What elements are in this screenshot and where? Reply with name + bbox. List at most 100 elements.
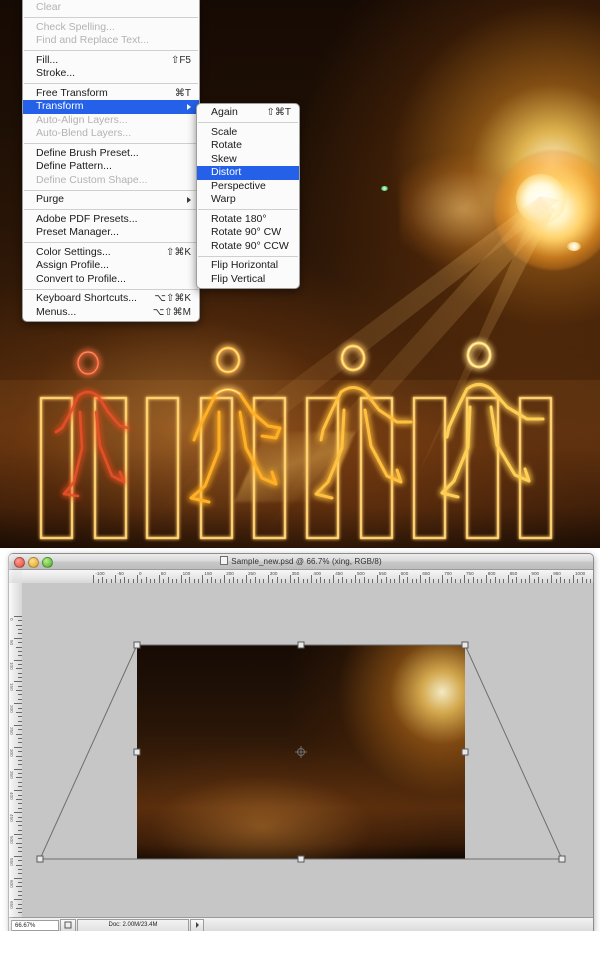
menu-item-label: Menus... — [36, 305, 77, 318]
edit-menu-item-define-pattern[interactable]: Define Pattern... — [23, 160, 199, 174]
transform-submenu-item-again[interactable]: Again ⇧⌘T — [197, 106, 299, 120]
ruler-major-tick — [14, 812, 22, 814]
ruler-label: 100 — [9, 661, 14, 670]
menu-item-label: Auto-Blend Layers... — [36, 127, 132, 139]
edit-menu-item-clear: Clear — [23, 1, 199, 15]
document-window-frame: Sample_new.psd @ 66.7% (xing, RGB/8) -10… — [8, 553, 594, 933]
ruler-major-tick — [14, 768, 22, 770]
menu-item-label: Flip Vertical — [211, 272, 266, 285]
ruler-label: 500 — [9, 836, 14, 844]
menu-item-label: Rotate 90° CCW — [211, 239, 289, 252]
menu-separator — [198, 122, 298, 123]
ruler-label: 400 — [9, 792, 14, 801]
menu-item-label: Free Transform — [36, 86, 108, 99]
window-titlebar[interactable]: Sample_new.psd @ 66.7% (xing, RGB/8) — [9, 554, 593, 570]
ruler-major-tick — [14, 681, 22, 683]
menu-item-label: Auto-Align Layers... — [36, 113, 128, 126]
menu-item-label: Rotate 90° CW — [211, 226, 282, 238]
menu-item-label: Adobe PDF Presets... — [36, 212, 138, 225]
ruler-corner[interactable] — [9, 570, 23, 584]
edit-menu-item-check-spelling: Check Spelling... — [23, 21, 199, 35]
canvas-area[interactable] — [22, 583, 593, 918]
ruler-major-tick — [420, 575, 422, 583]
edit-menu-item-stroke[interactable]: Stroke... — [23, 67, 199, 81]
ruler-major-tick — [14, 746, 22, 748]
ruler-label: 950 — [553, 571, 561, 576]
ruler-label: 900 — [531, 571, 540, 576]
edit-menu-item-menus[interactable]: Menus... ⌥⇧⌘M — [23, 306, 199, 320]
document-title: Sample_new.psd @ 66.7% (xing, RGB/8) — [9, 554, 593, 569]
menu-item-label: Color Settings... — [36, 245, 111, 258]
ruler-label: 450 — [335, 571, 343, 576]
minimize-icon[interactable] — [28, 557, 39, 568]
transform-submenu-item-skew[interactable]: Skew — [197, 153, 299, 167]
ruler-label: 0 — [9, 618, 14, 621]
menu-separator — [24, 17, 198, 18]
transform-submenu-item-rotate-180[interactable]: Rotate 180° — [197, 213, 299, 227]
ruler-major-tick — [137, 575, 138, 583]
close-icon[interactable] — [14, 557, 25, 568]
document-preview-button[interactable] — [60, 918, 76, 932]
ruler-major-tick — [289, 575, 291, 583]
ruler-major-tick — [442, 575, 444, 583]
edit-menu-item-purge[interactable]: Purge — [23, 193, 199, 207]
transform-submenu-item-warp[interactable]: Warp — [197, 193, 299, 207]
menu-item-label: Distort — [211, 166, 242, 178]
edit-menu-item-keyboard-shortcuts[interactable]: Keyboard Shortcuts... ⌥⇧⌘K — [23, 292, 199, 306]
ruler-label: 550 — [378, 571, 387, 576]
edit-menu-item-free-transform[interactable]: Free Transform ⌘T — [23, 87, 199, 101]
edit-menu-item-find-and-replace-text: Find and Replace Text... — [23, 34, 199, 48]
transform-submenu-item-rotate-90-cw[interactable]: Rotate 90° CW — [197, 226, 299, 240]
thumbnail-icon — [64, 921, 72, 929]
status-menu-button[interactable] — [190, 918, 204, 932]
ruler-label: 350 — [291, 571, 300, 576]
menu-item-label: Define Brush Preset... — [36, 146, 139, 159]
menu-separator — [24, 209, 198, 210]
ruler-major-tick — [333, 575, 335, 583]
edit-menu-item-preset-manager[interactable]: Preset Manager... — [23, 226, 199, 240]
edit-menu-item-define-brush-preset[interactable]: Define Brush Preset... — [23, 147, 199, 161]
transform-submenu-item-perspective[interactable]: Perspective — [197, 180, 299, 194]
menu-item-label: Check Spelling... — [36, 20, 115, 33]
menu-item-shortcut: ⇧F5 — [170, 54, 191, 66]
ruler-label: 150 — [204, 571, 213, 576]
document-title-text: Sample_new.psd @ 66.7% (xing, RGB/8) — [231, 557, 382, 566]
ruler-major-tick — [115, 575, 117, 583]
edit-menu-item-transform[interactable]: Transform — [23, 100, 199, 114]
transform-submenu-item-scale[interactable]: Scale — [197, 126, 299, 140]
edit-menu-item-convert-to-profile[interactable]: Convert to Profile... — [23, 273, 199, 287]
ruler-major-tick — [14, 877, 22, 879]
ruler-major-tick — [14, 725, 22, 726]
zoom-icon[interactable] — [42, 557, 53, 568]
document-image[interactable] — [137, 645, 465, 859]
transform-submenu-item-flip-horizontal[interactable]: Flip Horizontal — [197, 259, 299, 273]
menu-item-label: Skew — [211, 152, 237, 165]
transform-submenu-item-distort[interactable]: Distort — [197, 166, 299, 180]
transform-submenu[interactable]: Again ⇧⌘T Scale Rotate Skew Distort Perspectiv… — [196, 103, 300, 289]
transform-submenu-item-rotate-90-ccw[interactable]: Rotate 90° CCW — [197, 240, 299, 254]
ruler-label: 700 — [444, 571, 452, 576]
crosswalk-stripes — [39, 396, 553, 540]
edit-menu-item-fill[interactable]: Fill... ⇧F5 — [23, 54, 199, 68]
ruler-major-tick — [376, 575, 378, 583]
edit-menu-item-color-settings[interactable]: Color Settings... ⇧⌘K — [23, 246, 199, 260]
submenu-arrow-icon — [187, 196, 191, 203]
window-controls[interactable] — [14, 557, 53, 568]
menu-item-label: Rotate 180° — [211, 212, 267, 225]
transform-submenu-item-flip-vertical[interactable]: Flip Vertical — [197, 273, 299, 287]
transform-submenu-item-rotate[interactable]: Rotate — [197, 139, 299, 153]
edit-menu-item-assign-profile[interactable]: Assign Profile... — [23, 259, 199, 273]
ruler-major-tick — [398, 575, 400, 583]
menu-item-label: Rotate — [211, 139, 242, 151]
edit-menu[interactable]: Clear Check Spelling... Find and Replace T… — [22, 0, 200, 322]
zoom-level-field[interactable]: 66.67% — [11, 919, 59, 931]
ruler-major-tick — [355, 575, 356, 583]
horizontal-ruler[interactable]: -100 -50 0 50 100 150 200 250 300 350 400 450 500 550… — [22, 570, 593, 584]
ruler-label: 150 — [9, 683, 14, 692]
ruler-label: 500 — [357, 571, 365, 576]
vertical-ruler[interactable]: 0 50 100 150 200 250 300 350 400 450 500 550 600 650 — [9, 583, 23, 918]
ruler-label: 550 — [9, 857, 14, 866]
edit-menu-item-adobe-pdf-presets[interactable]: Adobe PDF Presets... — [23, 213, 199, 227]
status-bar[interactable]: 66.67% Doc: 2.00M/23.4M — [9, 917, 593, 932]
menu-separator — [198, 209, 298, 210]
